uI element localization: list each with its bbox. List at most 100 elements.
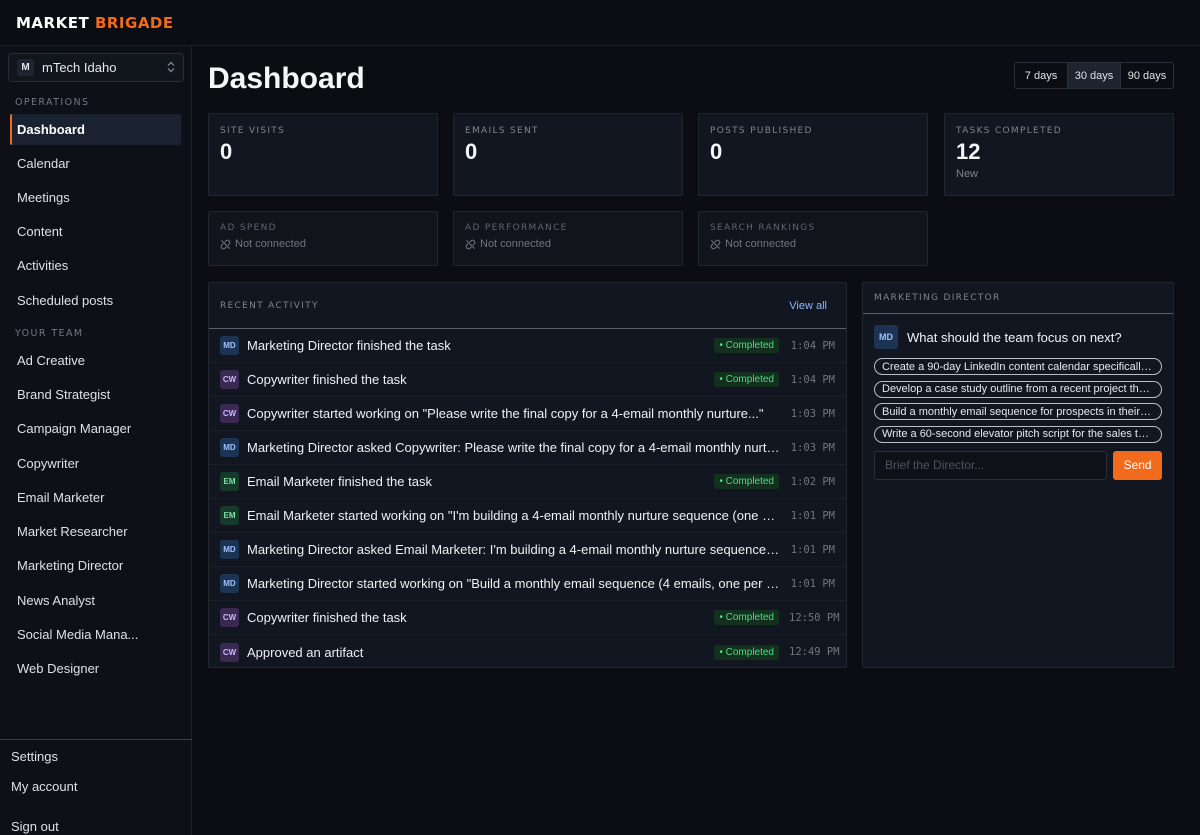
agent-avatar: CW (220, 608, 239, 627)
activity-time: 1:04 PM (790, 373, 835, 386)
link-off-icon (465, 239, 476, 249)
sidebar-item-activities[interactable]: Activities (10, 250, 181, 281)
sidebar-item-marketing-director[interactable]: Marketing Director (10, 550, 181, 581)
suggestion-chip[interactable]: Develop a case study outline from a rece… (874, 380, 1162, 398)
sidebar-item-scheduled-posts[interactable]: Scheduled posts (10, 285, 181, 316)
integration-status: Not connected (725, 238, 796, 250)
agent-avatar: CW (220, 642, 239, 662)
suggestion-chip[interactable]: Write a 60-second elevator pitch script … (874, 425, 1162, 443)
suggestion-list: Create a 90-day LinkedIn content calenda… (863, 358, 1173, 443)
status-badge: • Completed (714, 610, 779, 625)
activity-row[interactable]: MD Marketing Director asked Email Market… (209, 533, 846, 567)
activity-text: Marketing Director asked Email Marketer:… (247, 542, 781, 557)
stat-value: 0 (220, 139, 233, 164)
sidebar-item-web-designer[interactable]: Web Designer (10, 653, 181, 684)
suggestion-text: Write a 60-second elevator pitch script … (882, 428, 1154, 440)
stat-value: 12 (956, 139, 981, 164)
activity-text: Email Marketer started working on "I'm b… (247, 508, 781, 523)
activity-time: 12:49 PM (789, 646, 840, 658)
director-question-text: What should the team focus on next? (907, 329, 1122, 345)
director-avatar: MD (874, 325, 898, 349)
suggestion-chip[interactable]: Build a monthly email sequence for prosp… (874, 403, 1162, 420)
recent-activity-header: RECENT ACTIVITY View all (209, 283, 846, 329)
view-all-link[interactable]: View all (789, 300, 827, 312)
sidebar-item-copywriter[interactable]: Copywriter (10, 448, 181, 479)
activity-row[interactable]: MD Marketing Director started working on… (209, 567, 846, 601)
activity-row[interactable]: CW Copywriter started working on "Please… (209, 397, 846, 431)
activity-list: MD Marketing Director finished the task … (209, 329, 846, 669)
activity-time: 1:01 PM (790, 577, 835, 590)
stat-sub: New (956, 168, 979, 180)
activity-time: 12:50 PM (789, 611, 840, 624)
chevron-up-down-icon (167, 61, 175, 75)
activity-time: 1:02 PM (790, 475, 835, 488)
integration-status: Not connected (480, 238, 551, 250)
sidebar: M mTech Idaho OPERATIONS Dashboard Calen… (0, 46, 192, 835)
activity-row[interactable]: EM Email Marketer started working on "I'… (209, 499, 846, 533)
suggestion-text: Create a 90-day LinkedIn content calenda… (882, 360, 1154, 373)
sidebar-item-market-researcher[interactable]: Market Researcher (10, 516, 181, 547)
sidebar-item-campaign-manager[interactable]: Campaign Manager (10, 413, 181, 444)
director-question: MD What should the team focus on next? (863, 325, 1173, 349)
status-badge: • Completed (714, 474, 779, 489)
workspace-switcher[interactable]: M mTech Idaho (8, 53, 184, 82)
activity-row[interactable]: CW Copywriter finished the task • Comple… (209, 601, 846, 635)
agent-avatar: MD (220, 574, 239, 593)
activity-row[interactable]: CW Copywriter finished the task • Comple… (209, 363, 846, 397)
operations-section-label: OPERATIONS (15, 97, 90, 108)
brief-director-input[interactable] (874, 450, 1108, 480)
integration-card-ad-spend: AD SPEND Not connected (208, 211, 438, 266)
date-range-selector: 7 days 30 days 90 days (1014, 62, 1174, 89)
stat-value: 0 (710, 139, 723, 164)
sidebar-item-social-media-manager[interactable]: Social Media Mana... (10, 619, 181, 650)
settings-link[interactable]: Settings (11, 749, 58, 764)
sidebar-item-ad-creative[interactable]: Ad Creative (10, 345, 181, 376)
stat-card-posts-published: POSTS PUBLISHED 0 (698, 113, 928, 196)
recent-activity-panel: RECENT ACTIVITY View all MD Marketing Di… (208, 282, 847, 668)
sign-out-link[interactable]: Sign out (11, 819, 59, 834)
activity-text: Approved an artifact (247, 644, 364, 660)
sidebar-item-content[interactable]: Content (10, 216, 181, 247)
integration-label: AD PERFORMANCE (465, 223, 568, 233)
activity-row[interactable]: MD Marketing Director finished the task … (209, 329, 846, 363)
recent-activity-label: RECENT ACTIVITY (220, 300, 319, 311)
activity-row[interactable]: MD Marketing Director asked Copywriter: … (209, 431, 846, 465)
brand-name-part1: MARKET (16, 14, 90, 32)
brand-logo[interactable]: MARKET BRIGADE (16, 14, 174, 32)
stat-card-emails-sent: EMAILS SENT 0 (453, 113, 683, 196)
sidebar-item-email-marketer[interactable]: Email Marketer (10, 482, 181, 513)
my-account-link[interactable]: My account (11, 779, 77, 794)
agent-avatar: MD (220, 540, 239, 559)
activity-row[interactable]: EM Email Marketer finished the task • Co… (209, 465, 846, 499)
workspace-name: mTech Idaho (42, 60, 117, 75)
agent-avatar: MD (220, 336, 239, 355)
status-badge: • Completed (714, 372, 779, 387)
brief-form: Send (863, 450, 1173, 480)
status-badge: • Completed (714, 338, 779, 353)
team-section-label: YOUR TEAM (15, 328, 84, 339)
sidebar-item-brand-strategist[interactable]: Brand Strategist (10, 379, 181, 410)
range-30-days[interactable]: 30 days (1068, 63, 1121, 88)
suggestion-chip[interactable]: Create a 90-day LinkedIn content calenda… (874, 358, 1162, 375)
integration-label: SEARCH RANKINGS (710, 223, 816, 233)
stat-label: EMAILS SENT (465, 126, 539, 136)
range-90-days[interactable]: 90 days (1121, 63, 1173, 88)
sidebar-item-news-analyst[interactable]: News Analyst (10, 585, 181, 616)
activity-row[interactable]: CW Approved an artifact • Completed 12:4… (209, 635, 846, 669)
page-title: Dashboard (208, 62, 365, 95)
top-bar: MARKET BRIGADE (0, 0, 1200, 46)
stat-label: POSTS PUBLISHED (710, 126, 813, 136)
activity-text: Copywriter finished the task (247, 372, 407, 387)
sidebar-item-calendar[interactable]: Calendar (10, 148, 181, 179)
workspace-avatar: M (17, 59, 34, 76)
activity-time: 1:03 PM (790, 441, 835, 454)
activity-time: 1:01 PM (790, 543, 835, 556)
integration-label: AD SPEND (220, 223, 277, 233)
integration-card-search-rankings: SEARCH RANKINGS Not connected (698, 211, 928, 266)
marketing-director-panel: MARKETING DIRECTOR MD What should the te… (862, 282, 1174, 668)
range-7-days[interactable]: 7 days (1015, 63, 1068, 88)
activity-time: 1:03 PM (790, 407, 835, 420)
sidebar-item-dashboard[interactable]: Dashboard (10, 114, 181, 145)
send-button[interactable]: Send (1113, 450, 1162, 480)
sidebar-item-meetings[interactable]: Meetings (10, 182, 181, 213)
